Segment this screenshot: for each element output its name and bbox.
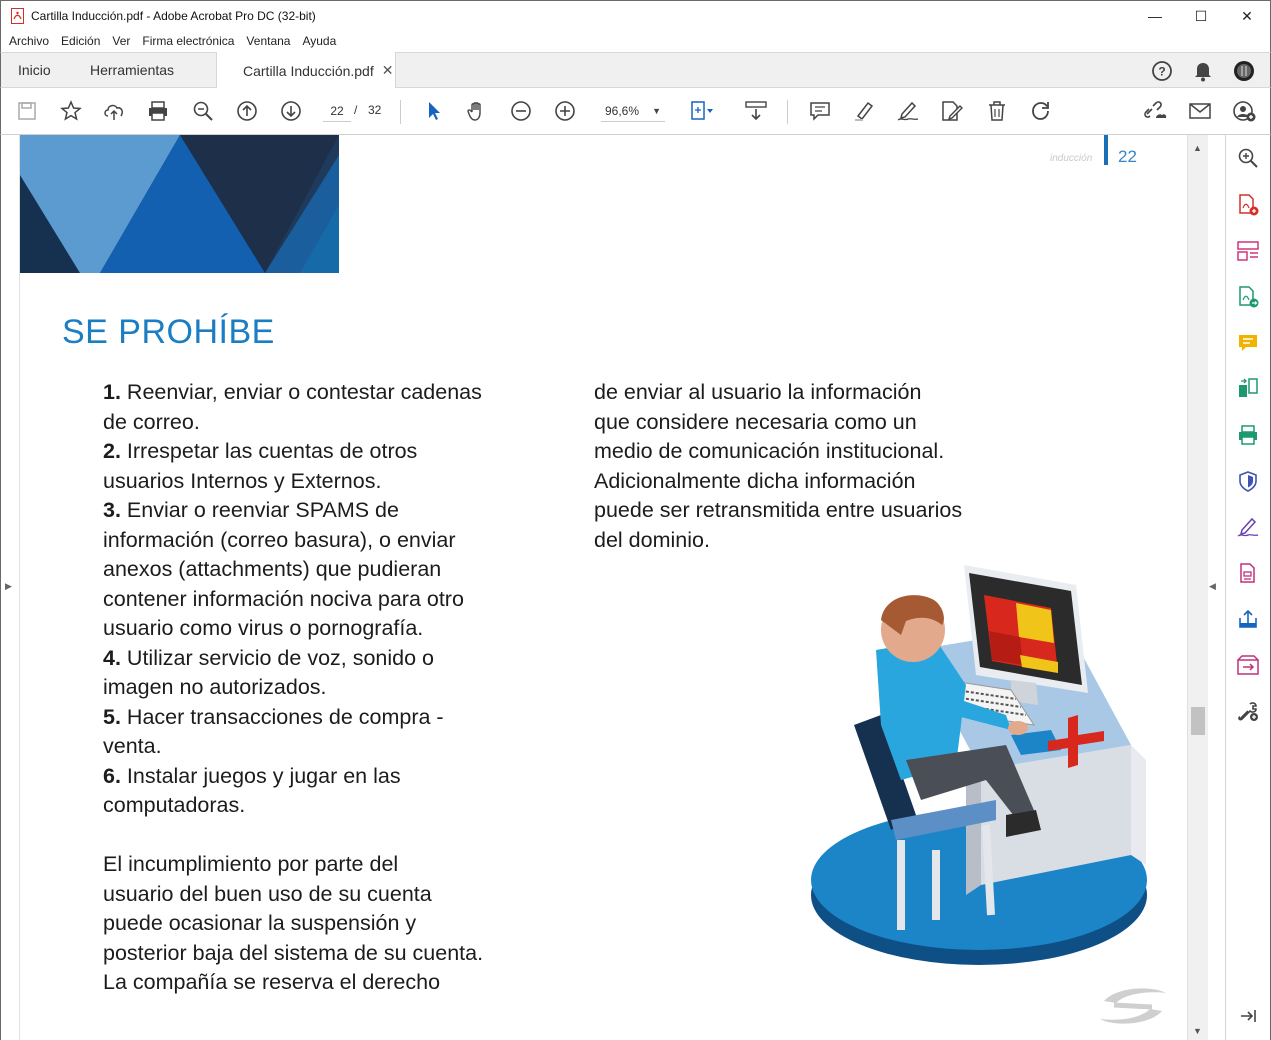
- right-tools-panel: [1225, 135, 1271, 1040]
- collapse-panel-icon[interactable]: [1235, 1003, 1261, 1029]
- export-pdf-icon[interactable]: [1235, 284, 1261, 310]
- page-header-label: inducción: [1050, 153, 1093, 164]
- svg-text:?: ?: [1158, 65, 1165, 79]
- comment-icon[interactable]: [807, 98, 833, 124]
- prepare-form-icon[interactable]: [1235, 560, 1261, 586]
- window-title: Cartilla Inducción.pdf - Adobe Acrobat P…: [31, 8, 316, 23]
- document-viewport[interactable]: ▶ inducción 22 SE PROHÍBE 1. Reenviar, e…: [0, 135, 1225, 1040]
- tab-document-label: Cartilla Inducción.pdf: [243, 62, 374, 79]
- zoom-out-icon[interactable]: [508, 98, 534, 124]
- list-item: 3. Enviar o reenviar SPAMS de informació…: [103, 498, 464, 640]
- list-item: 2. Irrespetar las cuentas de otros usuar…: [103, 439, 418, 493]
- share-upload-icon[interactable]: [1235, 606, 1261, 632]
- rotate-icon[interactable]: [1028, 98, 1054, 124]
- closing-paragraph-continued: de enviar al usuario la información que …: [594, 378, 1014, 555]
- print-production-icon[interactable]: [1235, 422, 1261, 448]
- list-item: 5. Hacer transacciones de compra - venta…: [103, 704, 444, 759]
- scroll-down-arrow[interactable]: ▼: [1193, 1026, 1202, 1036]
- tab-bar: Inicio Herramientas Cartilla Inducción.p…: [0, 52, 1271, 89]
- company-logo: [1100, 988, 1166, 1024]
- acrobat-app-icon: [10, 7, 24, 24]
- zoom-in-icon[interactable]: [552, 98, 578, 124]
- save-icon[interactable]: [14, 98, 40, 124]
- send-for-review-icon[interactable]: [1235, 652, 1261, 678]
- chevron-down-icon: ▼: [652, 106, 661, 116]
- tab-inicio[interactable]: Inicio: [18, 62, 51, 78]
- menu-ventana[interactable]: Ventana: [242, 34, 294, 48]
- menu-archivo[interactable]: Archivo: [5, 34, 53, 48]
- scroll-up-arrow[interactable]: ▲: [1193, 143, 1202, 153]
- page-number-label: 22: [1118, 147, 1137, 166]
- tab-document[interactable]: Cartilla Inducción.pdf ✕: [216, 52, 396, 89]
- page-separator: /: [354, 103, 358, 117]
- zoom-search-icon[interactable]: [190, 98, 216, 124]
- closing-paragraph: El incumplimiento por parte del usuario …: [103, 852, 484, 994]
- previous-page-icon[interactable]: [234, 98, 260, 124]
- sign-pen-icon[interactable]: [895, 98, 921, 124]
- cloud-upload-icon[interactable]: [101, 98, 127, 124]
- scroll-mode-icon[interactable]: [743, 98, 769, 124]
- search-document-icon[interactable]: [1235, 145, 1261, 171]
- more-tools-icon[interactable]: [1235, 698, 1261, 724]
- tab-herramientas[interactable]: Herramientas: [90, 62, 174, 78]
- email-icon[interactable]: [1187, 98, 1213, 124]
- page-number-input[interactable]: 22: [323, 100, 351, 122]
- header-graphic: [20, 135, 339, 273]
- tab-close-icon[interactable]: ✕: [382, 62, 394, 79]
- list-item: 4. Utilizar servicio de voz, sonido o im…: [103, 645, 435, 700]
- highlight-pen-icon[interactable]: [851, 98, 877, 124]
- next-page-icon[interactable]: [278, 98, 304, 124]
- close-window-button[interactable]: ✕: [1224, 1, 1270, 31]
- toolbar-divider: [787, 100, 788, 124]
- right-panel-toggle[interactable]: ◀: [1209, 581, 1216, 592]
- minimize-button[interactable]: —: [1132, 1, 1178, 31]
- select-cursor-icon[interactable]: [421, 98, 447, 124]
- page-total: 32: [368, 103, 382, 117]
- add-user-icon[interactable]: [1231, 98, 1257, 124]
- zoom-level-value: 96,6%: [605, 104, 640, 118]
- comment-tool-icon[interactable]: [1235, 330, 1261, 356]
- edit-document-icon[interactable]: [939, 98, 965, 124]
- bell-icon[interactable]: [1191, 59, 1215, 83]
- page-heading: SE PROHÍBE: [62, 313, 275, 351]
- print-icon[interactable]: [145, 98, 171, 124]
- avatar[interactable]: [1232, 59, 1256, 83]
- vertical-scrollbar[interactable]: ▲ ▼: [1187, 135, 1208, 1040]
- maximize-button[interactable]: ☐: [1178, 1, 1224, 31]
- user-computer-illustration: [811, 565, 1147, 965]
- menu-firma-electronica[interactable]: Firma electrónica: [138, 34, 238, 48]
- page-fit-icon[interactable]: [689, 98, 715, 124]
- protect-shield-icon[interactable]: [1235, 468, 1261, 494]
- pdf-page: inducción 22 SE PROHÍBE 1. Reenviar, env…: [19, 135, 1187, 1040]
- menu-bar: Archivo Edición Ver Firma electrónica Ve…: [0, 30, 1271, 52]
- help-icon[interactable]: ?: [1150, 59, 1174, 83]
- menu-edicion[interactable]: Edición: [57, 34, 104, 48]
- fill-sign-icon[interactable]: [1235, 514, 1261, 540]
- zoom-level-select[interactable]: 96,6% ▼: [601, 100, 665, 122]
- organize-pages-icon[interactable]: [1235, 238, 1261, 264]
- toolbar: 22 / 32 96,6% ▼: [0, 88, 1271, 135]
- page-header-bar: [1104, 135, 1108, 165]
- scroll-thumb[interactable]: [1191, 707, 1205, 735]
- left-panel-toggle[interactable]: ▶: [5, 581, 12, 592]
- list-item: 1. Reenviar, enviar o contestar cadenas …: [103, 380, 482, 434]
- star-icon[interactable]: [58, 98, 84, 124]
- create-pdf-icon[interactable]: [1235, 192, 1261, 218]
- trash-icon[interactable]: [984, 98, 1010, 124]
- menu-ayuda[interactable]: Ayuda: [298, 34, 340, 48]
- menu-ver[interactable]: Ver: [108, 34, 134, 48]
- link-share-icon[interactable]: [1142, 98, 1168, 124]
- toolbar-divider: [400, 100, 401, 124]
- title-bar: Cartilla Inducción.pdf - Adobe Acrobat P…: [0, 0, 1271, 30]
- prohibitions-column-left: 1. Reenviar, enviar o contestar cadenas …: [103, 378, 523, 998]
- list-item: 6. Instalar juegos y jugar en las comput…: [103, 763, 401, 818]
- compare-files-icon[interactable]: [1235, 376, 1261, 402]
- closing-paragraph-right: de enviar al usuario la información que …: [594, 380, 963, 552]
- hand-tool-icon[interactable]: [464, 98, 490, 124]
